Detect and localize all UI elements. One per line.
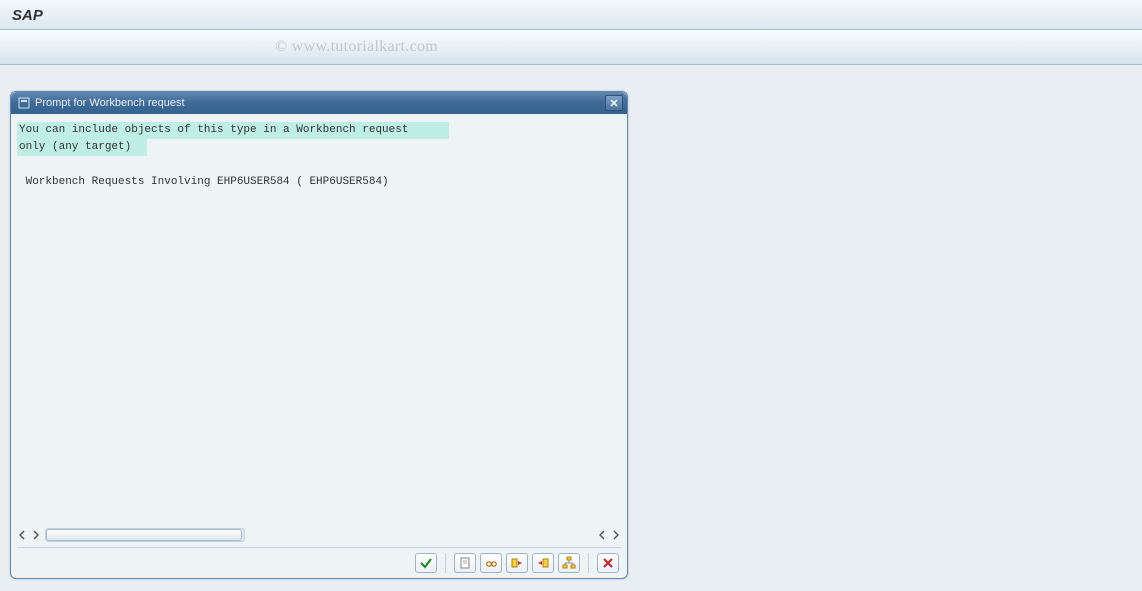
create-request-button[interactable] [454,553,476,573]
app-toolbar: © www.tutorialkart.com [0,30,1142,65]
close-button[interactable] [605,95,623,111]
scroll-right-end-button[interactable] [611,528,621,542]
hierarchy-icon [562,556,576,570]
chevron-right-icon [32,530,40,540]
check-icon [419,556,433,570]
separator [445,553,446,573]
dialog-footer [11,548,627,578]
separator [588,553,589,573]
dialog-icon [17,96,31,110]
scroll-left-button[interactable] [17,528,27,542]
dialog-titlebar[interactable]: Prompt for Workbench request [11,92,627,114]
dialog-body: You can include objects of this type in … [11,114,627,525]
glasses-icon [484,556,498,570]
scroll-track-left[interactable] [45,528,245,542]
app-header: SAP [0,0,1142,30]
scroll-thumb[interactable] [46,529,242,541]
cancel-icon [601,556,615,570]
watermark-text: © www.tutorialkart.com [275,38,438,56]
chevron-left-icon [18,530,26,540]
tree-button[interactable] [558,553,580,573]
collapse-button[interactable] [532,553,554,573]
app-title: SAP [12,7,43,24]
requests-heading: Workbench Requests Involving EHP6USER584… [17,174,621,191]
scroll-left-end-button[interactable] [597,528,607,542]
dialog-title: Prompt for Workbench request [35,97,605,109]
collapse-icon [536,556,550,570]
expand-button[interactable] [506,553,528,573]
cancel-button[interactable] [597,553,619,573]
spacer [17,156,621,174]
info-text-line2: only (any target) [17,139,147,156]
info-text-line1: You can include objects of this type in … [17,122,449,139]
own-requests-button[interactable] [480,553,502,573]
chevron-right-icon [612,530,620,540]
close-icon [609,98,619,108]
scroll-right-inner-button[interactable] [31,528,41,542]
document-icon [458,556,472,570]
main-area: Prompt for Workbench request You can inc… [0,65,1142,591]
continue-button[interactable] [415,553,437,573]
expand-icon [510,556,524,570]
workbench-request-dialog: Prompt for Workbench request You can inc… [10,91,628,579]
horizontal-scrollbar[interactable] [11,525,627,545]
chevron-left-icon [598,530,606,540]
